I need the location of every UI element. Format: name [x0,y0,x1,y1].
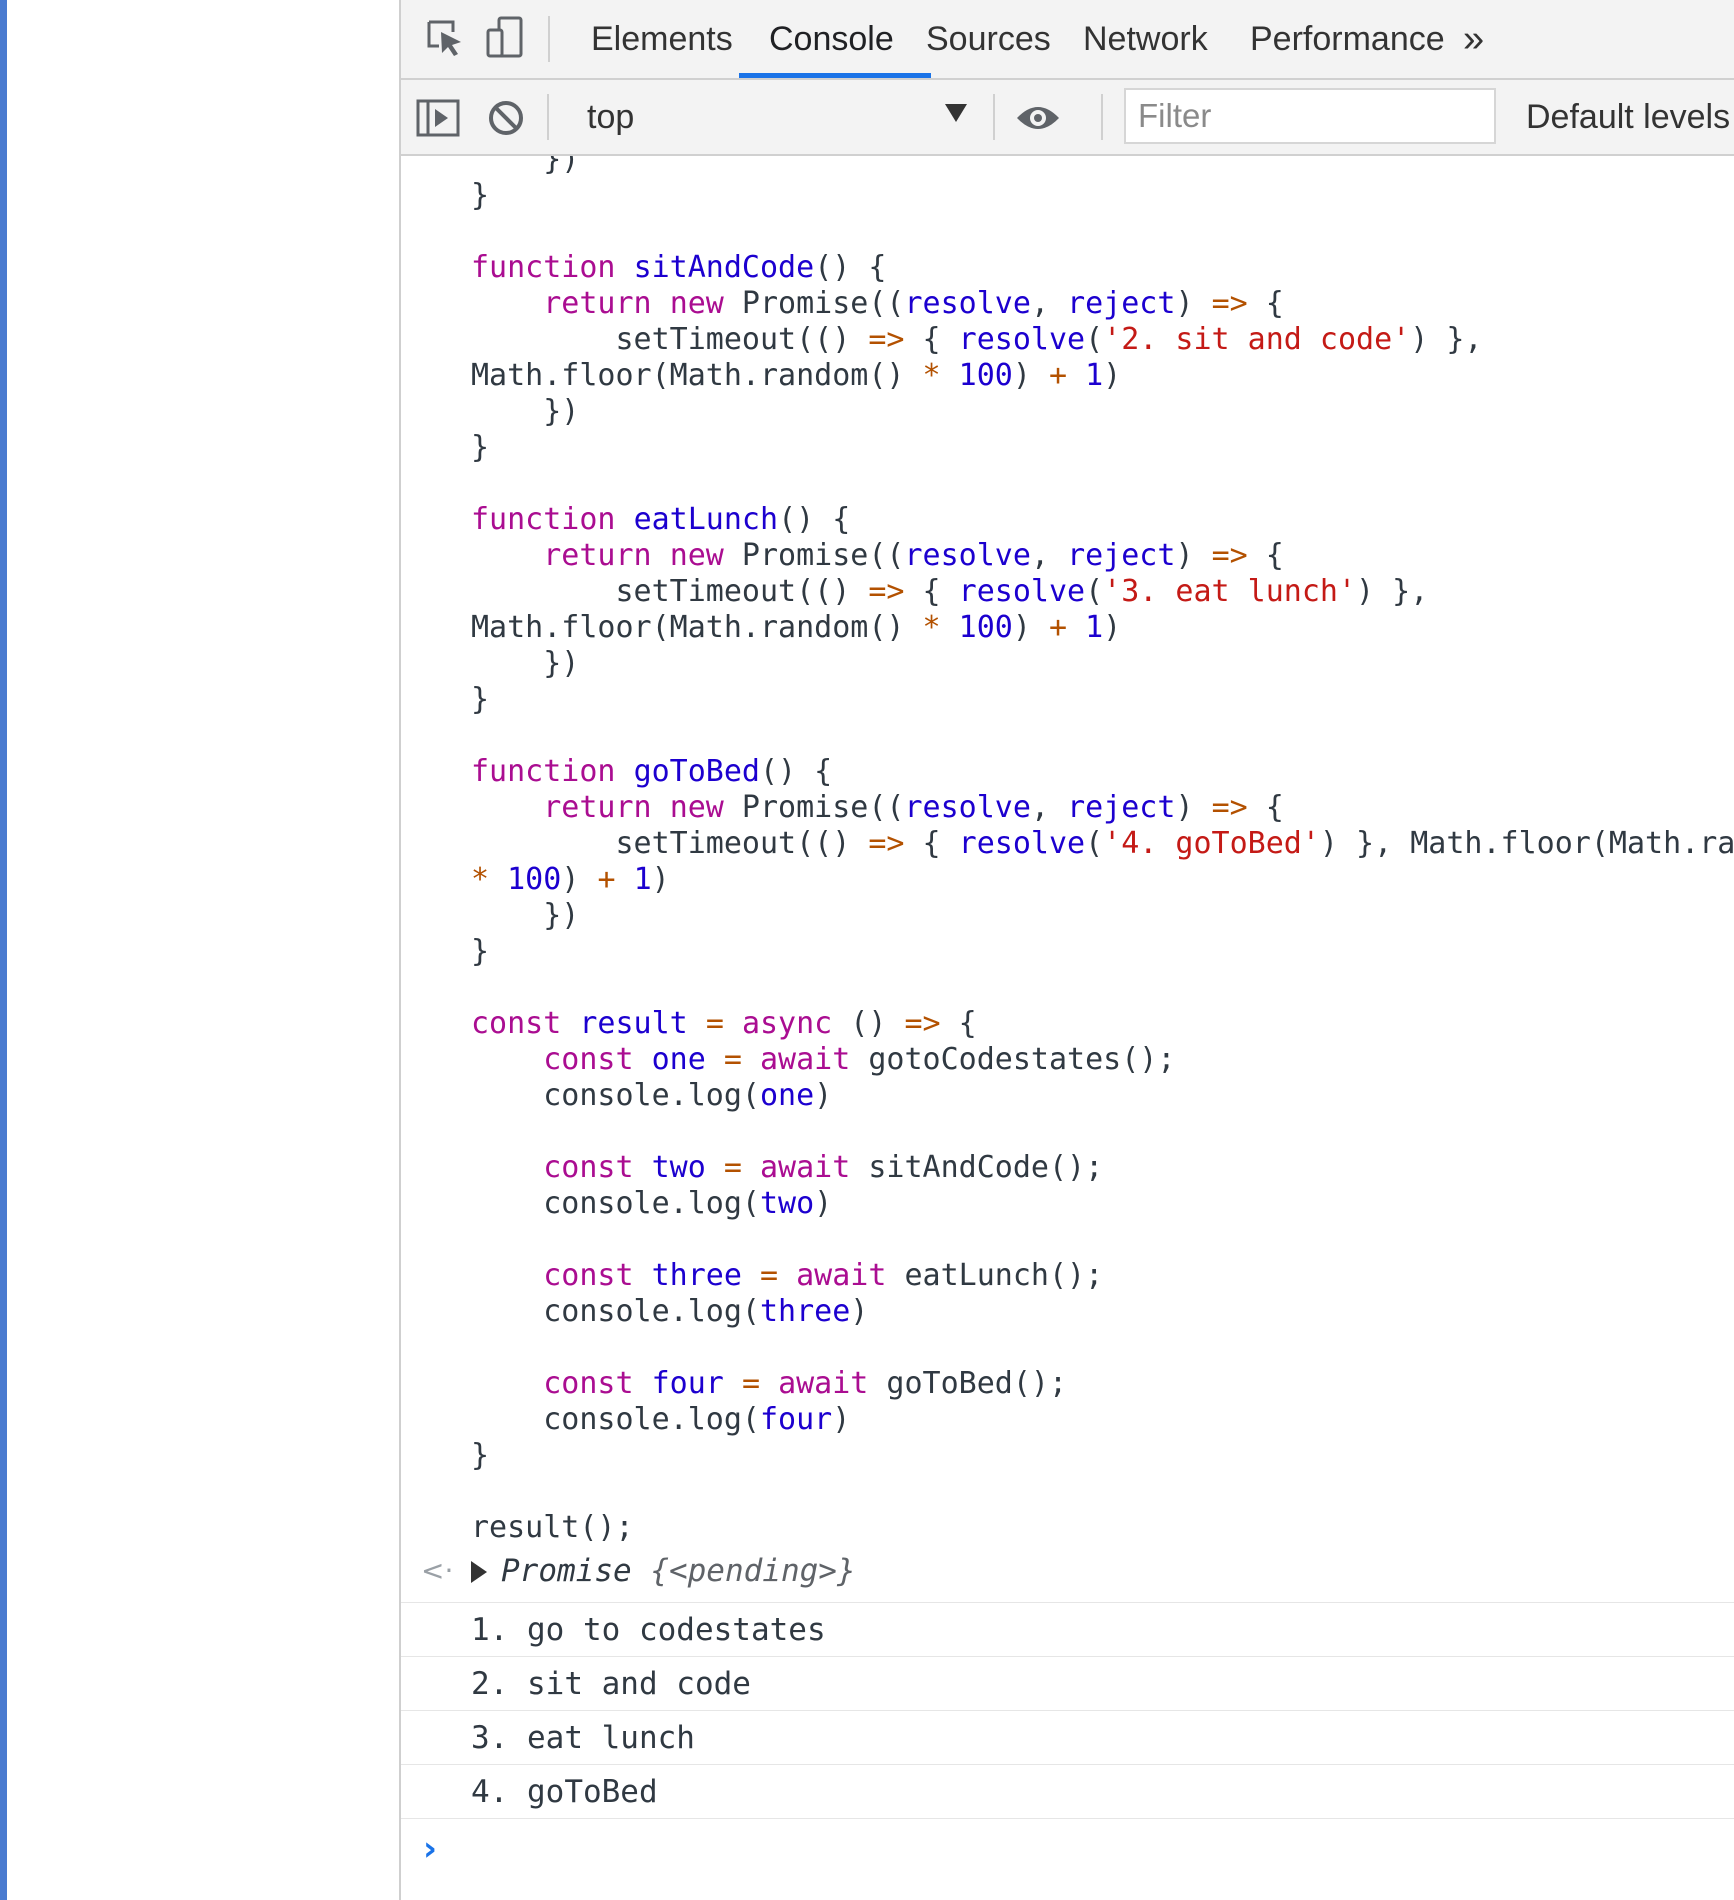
clear-console-icon[interactable] [481,93,531,143]
window-edge [0,0,7,1900]
console-output: }) } function sitAndCode() { return new … [401,156,1734,1900]
log-message: 4. goToBed [471,1774,658,1810]
log-message: 2. sit and code [471,1666,751,1702]
eye-icon[interactable] [1013,93,1063,143]
inspect-icon[interactable] [421,14,469,62]
toolbar-divider [547,94,549,140]
log-message: 1. go to codestates [471,1612,826,1648]
toolbar-divider [1101,94,1103,140]
context-select[interactable]: top [579,80,971,154]
log-message: 3. eat lunch [471,1720,695,1756]
page-viewport [7,0,399,1900]
tab-elements[interactable]: Elements [591,0,733,78]
code-input-echo: }) } function sitAndCode() { return new … [471,156,1734,1545]
console-prompt[interactable]: › [401,1818,1734,1879]
log-row: 2. sit and code [401,1656,1734,1711]
promise-result[interactable]: Promise {<pending>} [501,1544,856,1598]
tab-sources[interactable]: Sources [926,0,1051,78]
tab-performance[interactable]: Performance [1250,0,1445,78]
tab-divider [548,16,550,62]
devtools-tabbar: Elements Console Sources Network Perform… [401,0,1734,80]
log-levels-dropdown[interactable]: Default levels [1526,80,1730,154]
filter-input[interactable] [1124,88,1496,144]
log-row: 3. eat lunch [401,1710,1734,1765]
device-toolbar-icon[interactable] [481,14,529,62]
return-value-row: <· Promise {<pending>} [401,1544,1734,1598]
context-label: top [587,98,635,136]
return-arrow-icon: <· [421,1554,454,1587]
expand-triangle-icon[interactable] [471,1561,487,1583]
toolbar-divider [993,94,995,140]
tab-console[interactable]: Console [769,0,894,78]
more-tabs-button[interactable]: » [1463,0,1484,78]
chevron-right-icon: › [423,1829,438,1869]
devtools-panel: Elements Console Sources Network Perform… [399,0,1734,1900]
sidebar-toggle-icon[interactable] [413,93,463,143]
active-tab-indicator [739,73,931,78]
tab-network[interactable]: Network [1083,0,1208,78]
log-row: 1. go to codestates [401,1602,1734,1657]
log-row: 4. goToBed [401,1764,1734,1819]
console-toolbar: top Default levels [401,80,1734,156]
dropdown-arrow-icon [945,104,967,122]
